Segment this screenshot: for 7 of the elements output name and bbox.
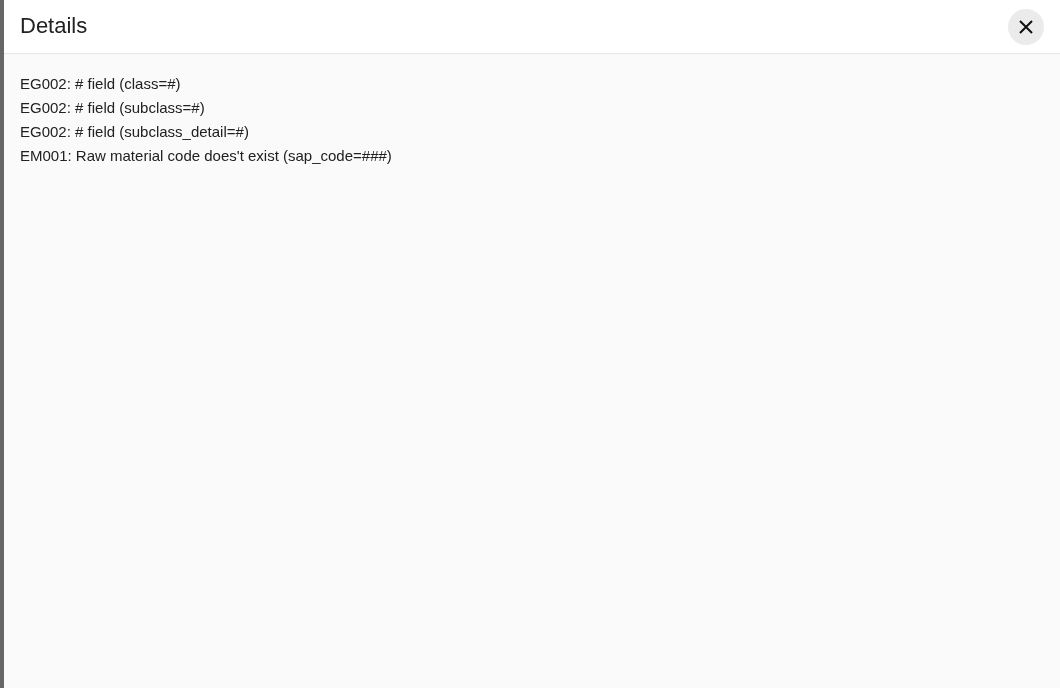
error-message: EG002: # field (class=#) (20, 74, 182, 94)
error-message: EM001: Raw material code does't exist (sap_code=###) (20, 146, 393, 166)
dialog-title: Details (20, 13, 88, 40)
error-message: EG002: # field (subclass_detail=#) (20, 122, 250, 142)
close-button[interactable] (1008, 8, 1044, 45)
close-icon (1018, 18, 1034, 35)
error-message: EG002: # field (subclass=#) (20, 98, 206, 118)
